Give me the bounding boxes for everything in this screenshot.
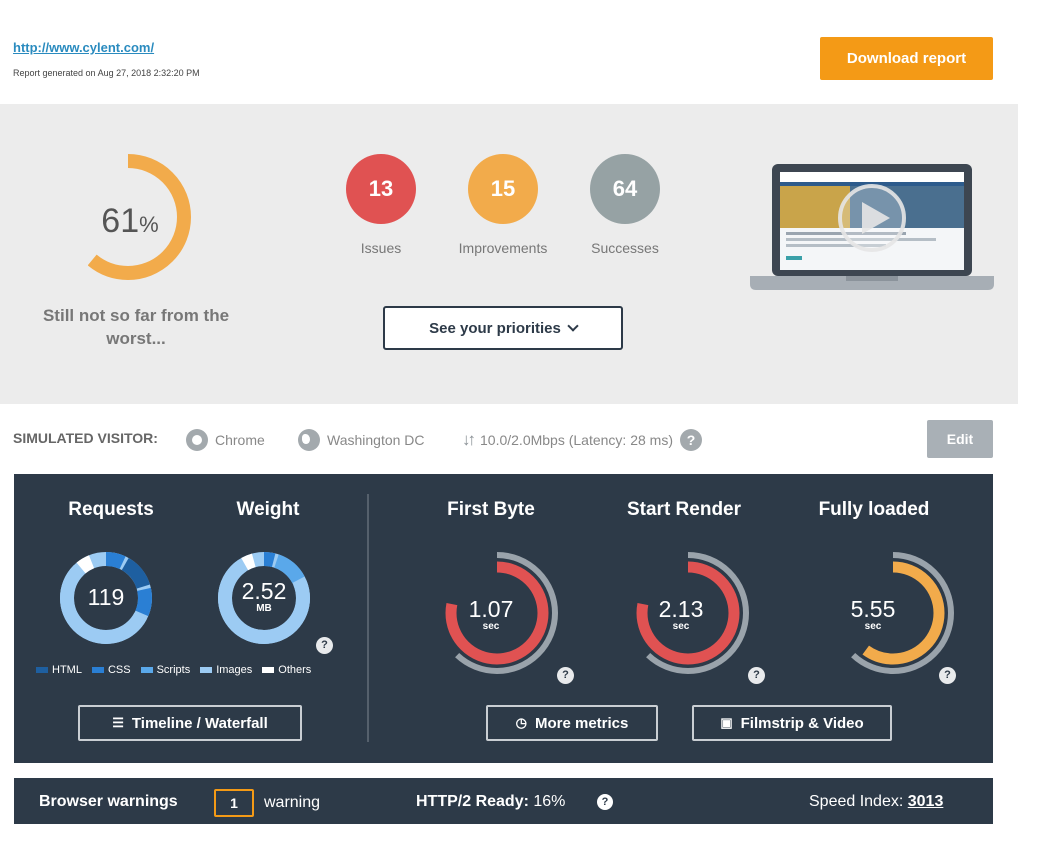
visitor-browser-label: Chrome: [215, 432, 265, 448]
first-byte-help-icon[interactable]: ?: [557, 667, 574, 684]
visitor-browser: Chrome: [186, 429, 265, 451]
edit-visitor-button[interactable]: Edit: [927, 420, 993, 458]
legend-label: Images: [216, 664, 253, 676]
successes-label: Successes: [591, 240, 659, 256]
see-priorities-label: See your priorities: [429, 319, 561, 337]
speed-index: Speed Index: 3013: [809, 793, 943, 811]
first-byte-value: 1.07 sec: [446, 596, 536, 632]
visitor-connection: ↓↑ 10.0/2.0Mbps (Latency: 28 ms) ?: [462, 429, 702, 451]
legend-item-html: HTML: [36, 664, 82, 676]
http2-label: HTTP/2 Ready:: [416, 793, 529, 810]
score-value: 61%: [60, 202, 200, 241]
http2-value: 16%: [533, 793, 566, 810]
fully-loaded-number: 5.55: [850, 596, 896, 622]
filmstrip-video-button[interactable]: ▣ Filmstrip & Video: [692, 705, 892, 741]
improvements-label: Improvements: [458, 240, 548, 256]
timeline-waterfall-button[interactable]: ☰ Timeline / Waterfall: [78, 705, 302, 741]
weight-help-icon[interactable]: ?: [316, 637, 333, 654]
legend-label: HTML: [52, 664, 82, 676]
globe-icon: [298, 429, 320, 451]
timeline-waterfall-label: Timeline / Waterfall: [131, 714, 268, 732]
fully-loaded-value: 5.55 sec: [828, 596, 918, 632]
metrics-panel: Requests Weight 119 2.52 MB ? HTML CSS S…: [14, 474, 993, 763]
legend-item-others: Others: [262, 664, 311, 676]
visitor-location: Washington DC: [298, 429, 425, 451]
legend-swatch: [140, 667, 153, 673]
video-thumbnail[interactable]: [750, 164, 994, 294]
legend-label: Scripts: [156, 664, 191, 676]
bandwidth-arrows-icon: ↓↑: [462, 430, 476, 449]
more-metrics-button[interactable]: ◷ More metrics: [486, 705, 658, 741]
weight-title: Weight: [236, 499, 300, 520]
filmstrip-video-label: Filmstrip & Video: [740, 714, 864, 732]
http2-ready: HTTP/2 Ready: 16%: [416, 793, 565, 811]
requests-value: 119: [58, 584, 154, 611]
visitor-connection-label: 10.0/2.0Mbps (Latency: 28 ms): [480, 432, 673, 448]
issues-label: Issues: [360, 240, 402, 256]
legend-swatch: [36, 667, 48, 673]
start-render-title: Start Render: [626, 499, 742, 520]
first-byte-title: First Byte: [447, 499, 535, 520]
start-render-help-icon[interactable]: ?: [748, 667, 765, 684]
metrics-divider: [367, 494, 369, 742]
see-priorities-button[interactable]: See your priorities: [383, 306, 623, 350]
fully-loaded-help-icon[interactable]: ?: [939, 667, 956, 684]
score-summary-panel: 61% Still not so far from the worst... 1…: [0, 104, 1018, 404]
start-render-value: 2.13 sec: [636, 596, 726, 632]
fully-loaded-unit: sec: [864, 621, 882, 632]
visitor-location-label: Washington DC: [327, 432, 425, 448]
browser-warnings-bar: Browser warnings 1 warning HTTP/2 Ready:…: [14, 778, 993, 824]
film-icon: ▣: [720, 715, 733, 730]
score-number: 61: [101, 202, 140, 240]
improvements-count: 15: [468, 154, 538, 224]
resource-legend: HTML CSS Scripts Images Others: [36, 664, 311, 676]
chevron-down-icon: [567, 319, 579, 332]
more-metrics-label: More metrics: [534, 714, 629, 732]
weight-value: 2.52 MB: [216, 578, 312, 614]
download-report-button[interactable]: Download report: [820, 37, 993, 80]
requests-title: Requests: [68, 499, 154, 520]
score-unit: %: [139, 212, 159, 237]
first-byte-unit: sec: [482, 621, 500, 632]
clock-icon: ◷: [515, 715, 527, 730]
requests-count: 119: [87, 584, 125, 610]
issues-stat[interactable]: 13 Issues: [316, 154, 446, 256]
start-render-unit: sec: [672, 621, 690, 632]
legend-item-css: CSS: [91, 664, 131, 676]
legend-item-scripts: Scripts: [140, 664, 191, 676]
http2-help-icon[interactable]: ?: [597, 794, 613, 810]
warning-word: warning: [264, 794, 321, 811]
waterfall-icon: ☰: [112, 715, 124, 730]
weight-unit: MB: [256, 603, 272, 614]
legend-label: Others: [278, 664, 312, 676]
first-byte-number: 1.07: [468, 596, 514, 622]
weight-number: 2.52: [241, 578, 287, 604]
warning-count-badge[interactable]: 1: [214, 789, 254, 817]
legend-swatch: [200, 667, 213, 673]
legend-swatch: [262, 667, 275, 673]
chrome-icon: [186, 429, 208, 451]
simulated-visitor-bar: SIMULATED VISITOR: Chrome Washington DC …: [0, 418, 1042, 460]
issues-count: 13: [346, 154, 416, 224]
browser-warnings-title: Browser warnings: [39, 793, 178, 810]
improvements-stat[interactable]: 15 Improvements: [438, 154, 568, 256]
fully-loaded-title: Fully loaded: [818, 499, 930, 520]
report-header: http://www.cylent.com/ Report generated …: [0, 0, 1042, 104]
legend-label: CSS: [107, 664, 131, 676]
speed-index-link[interactable]: 3013: [908, 793, 944, 810]
start-render-number: 2.13: [658, 596, 704, 622]
successes-stat[interactable]: 64 Successes: [560, 154, 690, 256]
report-generated-date: Report generated on Aug 27, 2018 2:32:20…: [13, 68, 200, 78]
successes-count: 64: [590, 154, 660, 224]
simulated-visitor-title: SIMULATED VISITOR:: [13, 430, 158, 446]
site-url-link[interactable]: http://www.cylent.com/: [13, 40, 154, 55]
speed-index-label: Speed Index:: [809, 793, 904, 810]
legend-swatch: [91, 667, 104, 673]
score-message: Still not so far from the worst...: [42, 306, 230, 348]
help-icon[interactable]: ?: [680, 429, 702, 451]
legend-item-images: Images: [200, 664, 252, 676]
